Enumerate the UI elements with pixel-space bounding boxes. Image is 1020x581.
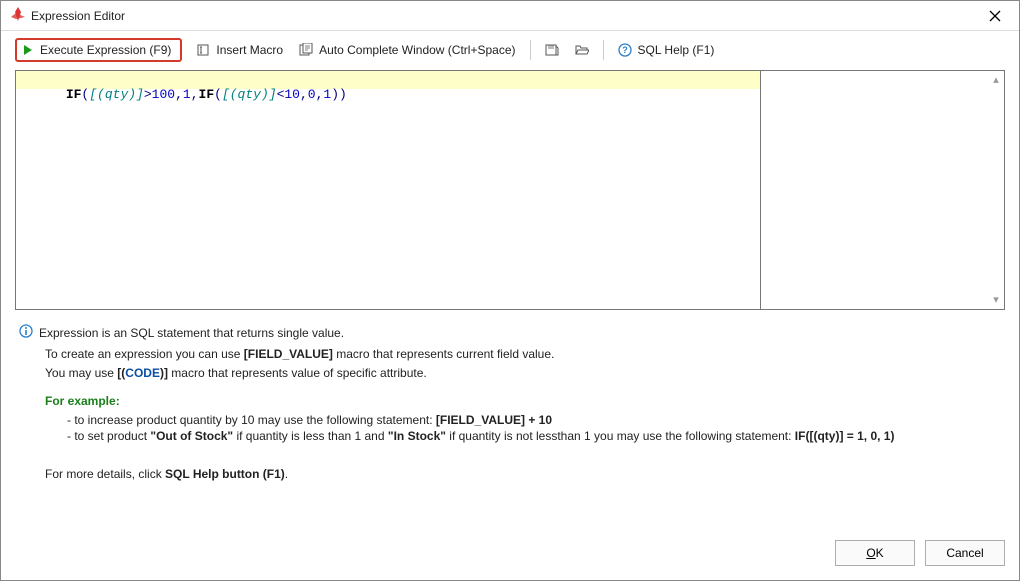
toolbar: Execute Expression (F9) Insert Macro Aut…: [1, 31, 1019, 70]
scroll-down-icon[interactable]: ▾: [990, 293, 1002, 307]
example-2: to set product "Out of Stock" if quantit…: [67, 429, 1003, 445]
sql-help-button[interactable]: ? SQL Help (F1): [610, 39, 723, 61]
help-details: For more details, click SQL Help button …: [45, 467, 1003, 483]
example-label: For example:: [45, 394, 1003, 410]
separator: [530, 40, 531, 60]
cancel-button[interactable]: Cancel: [925, 540, 1005, 566]
scroll-up-icon[interactable]: ▴: [990, 73, 1002, 87]
sql-help-label: SQL Help (F1): [638, 43, 715, 57]
dialog-buttons: OK Cancel: [1, 532, 1019, 580]
execute-expression-button[interactable]: Execute Expression (F9): [15, 38, 182, 62]
help-line-1: To create an expression you can use [FIE…: [45, 347, 1003, 363]
auto-complete-icon: [299, 43, 313, 57]
ok-button[interactable]: OK: [835, 540, 915, 566]
insert-macro-label: Insert Macro: [216, 43, 283, 57]
svg-text:?: ?: [622, 45, 628, 55]
folder-open-icon: [575, 43, 589, 57]
app-icon: [11, 7, 25, 24]
close-button[interactable]: [977, 4, 1013, 28]
auto-complete-button[interactable]: Auto Complete Window (Ctrl+Space): [291, 39, 523, 61]
open-script-button[interactable]: [567, 39, 597, 61]
expression-code: IF([(qty)]>100,1,IF([(qty)]<10,0,1)): [19, 72, 347, 117]
play-icon: [22, 44, 34, 56]
example-list: to increase product quantity by 10 may u…: [45, 413, 1003, 444]
insert-macro-button[interactable]: Insert Macro: [188, 39, 291, 61]
title-bar: Expression Editor: [1, 1, 1019, 31]
help-icon: ?: [618, 43, 632, 57]
insert-macro-icon: [196, 43, 210, 57]
help-panel: Expression is an SQL statement that retu…: [1, 310, 1019, 532]
save-icon: [545, 43, 559, 57]
editor-text-area[interactable]: IF([(qty)]>100,1,IF([(qty)]<10,0,1)): [16, 71, 760, 309]
info-icon: [19, 324, 33, 343]
editor-side-panel: [760, 71, 1004, 309]
hint-text: Expression is an SQL statement that retu…: [39, 326, 344, 342]
example-1: to increase product quantity by 10 may u…: [67, 413, 1003, 429]
save-script-button[interactable]: [537, 39, 567, 61]
auto-complete-label: Auto Complete Window (Ctrl+Space): [319, 43, 515, 57]
expression-editor[interactable]: IF([(qty)]>100,1,IF([(qty)]<10,0,1)) ▴ ▾: [15, 70, 1005, 310]
execute-label: Execute Expression (F9): [40, 43, 171, 57]
separator: [603, 40, 604, 60]
help-line-2: You may use [(CODE)] macro that represen…: [45, 366, 1003, 382]
window-title: Expression Editor: [31, 9, 977, 23]
